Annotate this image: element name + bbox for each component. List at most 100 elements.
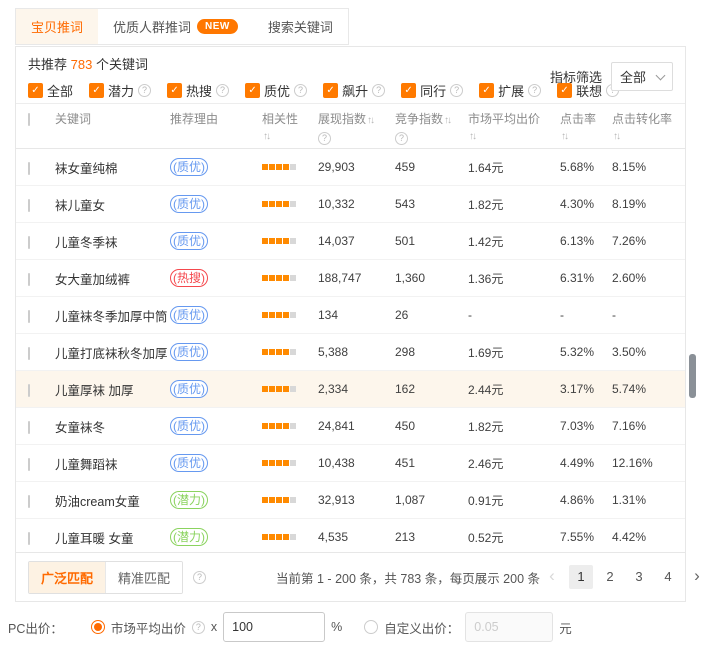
row-checkbox-cell [16, 308, 55, 323]
checkbox-label: 飙升 [342, 81, 368, 100]
keyword-count: 783 [71, 57, 93, 72]
checkbox-icon[interactable]: ✓ [89, 83, 104, 98]
row-checkbox-cell [16, 419, 55, 434]
row-checkbox[interactable] [28, 532, 30, 545]
help-icon[interactable]: ? [318, 132, 331, 145]
checkbox-icon[interactable]: ✓ [401, 83, 416, 98]
relevance-bar [283, 164, 289, 170]
row-checkbox[interactable] [28, 310, 30, 323]
filter-checkbox-item[interactable]: ✓质优? [245, 81, 307, 100]
next-page-button[interactable]: › [685, 565, 701, 589]
relevance-bar [283, 238, 289, 244]
scrollbar-thumb[interactable] [689, 354, 696, 398]
match-help-icon[interactable]: ? [193, 571, 206, 584]
table-row: 女大童加绒裤(热搜)188,7471,3601.36元6.31%2.60% [16, 260, 685, 297]
column-sub-line: ↑↓ [612, 127, 685, 145]
market-bid-radio[interactable] [91, 620, 105, 634]
select-all-checkbox[interactable] [28, 113, 30, 126]
market-bid-help-icon[interactable]: ? [192, 621, 205, 634]
pagination-summary: 当前第 1 - 200 条，共 783 条，每页展示 200 条 [276, 568, 540, 587]
sort-icon[interactable]: ↑↓ [367, 115, 373, 126]
summary-prefix: 共推荐 [28, 57, 67, 72]
relevance-bar [262, 386, 268, 392]
market-bid-percent-input[interactable] [223, 612, 325, 642]
filter-checkbox-item[interactable]: ✓扩展? [479, 81, 541, 100]
prev-page-button[interactable]: ‹ [540, 565, 564, 589]
relevance-bar [269, 312, 275, 318]
help-icon[interactable]: ? [450, 84, 463, 97]
custom-bid-input[interactable] [465, 612, 553, 642]
row-checkbox-cell [16, 456, 55, 471]
custom-bid-radio[interactable] [364, 620, 378, 634]
checkbox-icon[interactable]: ✓ [167, 83, 182, 98]
column-label: 相关性 [262, 112, 298, 126]
sort-icon[interactable]: ↑↓ [444, 115, 450, 126]
row-checkbox[interactable] [28, 421, 30, 434]
keyword-text: 袜女童纯棉 [55, 162, 118, 176]
sort-icon[interactable]: ↑↓ [469, 131, 475, 142]
tab-label: 优质人群推词 [113, 17, 191, 36]
relevance-bar [276, 201, 282, 207]
reason-tag: (质优) [170, 380, 208, 398]
filter-checkbox-item[interactable]: ✓同行? [401, 81, 463, 100]
relevance-bar [290, 534, 296, 540]
keyword-cell: 儿童厚袜 加厚 [55, 380, 170, 399]
row-checkbox[interactable] [28, 199, 30, 212]
ctr-cell: 7.03% [560, 419, 612, 433]
relevance-bar [276, 164, 282, 170]
summary-suffix: 个关键词 [96, 57, 148, 72]
row-checkbox[interactable] [28, 347, 30, 360]
relevance-bars [262, 312, 318, 318]
broad-match-button[interactable]: 广泛匹配 [29, 562, 105, 593]
row-checkbox[interactable] [28, 458, 30, 471]
table-header: 关键词推荐理由相关性↑↓展现指数↑↓?竞争指数↑↓?市场平均出价↑↓点击率↑↓点… [16, 104, 685, 149]
row-checkbox[interactable] [28, 236, 30, 249]
page-button-3[interactable]: 3 [627, 565, 651, 589]
help-icon[interactable]: ? [372, 84, 385, 97]
checkbox-icon[interactable]: ✓ [28, 83, 43, 98]
competition-cell: 1,087 [395, 493, 468, 507]
page-button-2[interactable]: 2 [598, 565, 622, 589]
help-icon[interactable]: ? [395, 132, 408, 145]
relevance-bar [283, 423, 289, 429]
keyword-text: 儿童打底袜秋冬加厚 [55, 347, 168, 361]
ctr-cell: 7.55% [560, 530, 612, 544]
competition-cell: 459 [395, 160, 468, 174]
column-label: 点击转化率 [612, 112, 672, 126]
help-icon[interactable]: ? [138, 84, 151, 97]
avg-bid-cell: 1.82元 [468, 418, 560, 435]
checkbox-icon[interactable]: ✓ [245, 83, 260, 98]
checkbox-icon[interactable]: ✓ [479, 83, 494, 98]
page-button-4[interactable]: 4 [656, 565, 680, 589]
sort-icon[interactable]: ↑↓ [263, 131, 269, 142]
ctr-cell: 6.13% [560, 234, 612, 248]
row-checkbox[interactable] [28, 495, 30, 508]
help-icon[interactable]: ? [216, 84, 229, 97]
help-icon[interactable]: ? [294, 84, 307, 97]
row-checkbox[interactable] [28, 162, 30, 175]
cvr-cell: 2.60% [612, 271, 685, 285]
page-button-1[interactable]: 1 [569, 565, 593, 589]
help-icon[interactable]: ? [528, 84, 541, 97]
reason-cell: (潜力) [170, 491, 262, 509]
tab-1[interactable]: 优质人群推词NEW [98, 9, 253, 44]
reason-cell: (质优) [170, 417, 262, 435]
exact-match-button[interactable]: 精准匹配 [105, 562, 182, 593]
row-checkbox[interactable] [28, 384, 30, 397]
metric-filter-select[interactable]: 全部 [611, 62, 673, 91]
sort-icon[interactable]: ↑↓ [613, 131, 619, 142]
sort-icon[interactable]: ↑↓ [561, 131, 567, 142]
row-checkbox[interactable] [28, 273, 30, 286]
reason-tag: (质优) [170, 158, 208, 176]
tab-0[interactable]: 宝贝推词 [16, 9, 98, 44]
relevance-bar [276, 460, 282, 466]
filter-checkbox-item[interactable]: ✓潜力? [89, 81, 151, 100]
filter-checkbox-item[interactable]: ✓热搜? [167, 81, 229, 100]
filter-checkbox-item[interactable]: ✓全部 [28, 81, 73, 100]
filter-checkbox-item[interactable]: ✓ 飙升? [323, 81, 385, 100]
competition-cell: 501 [395, 234, 468, 248]
tab-2[interactable]: 搜索关键词 [253, 9, 348, 44]
column-sub-line: ↑↓ [468, 127, 560, 145]
checkbox-icon[interactable]: ✓ [323, 83, 338, 98]
column-label-line: 点击率 [560, 111, 612, 127]
